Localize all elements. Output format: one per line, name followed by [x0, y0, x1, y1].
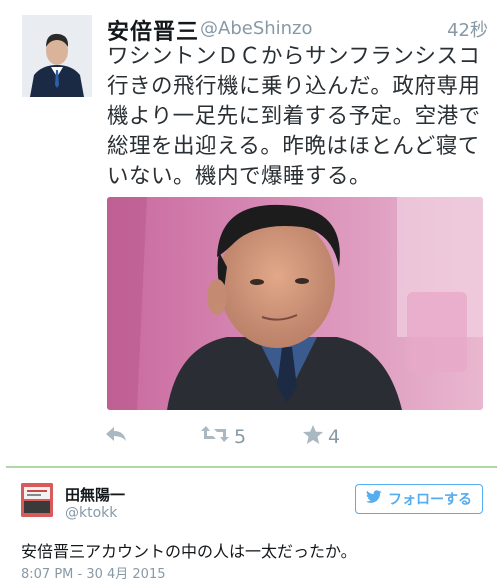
tweet-actions: 5 4	[100, 424, 500, 454]
tweet-photo[interactable]	[107, 197, 483, 410]
reply-author-handle[interactable]: @ktokk	[65, 505, 117, 521]
reply-icon	[104, 424, 128, 449]
retweet-count: 5	[234, 425, 247, 448]
tweet: 安倍晋三 @AbeShinzo 42秒 ワシントンＤＣからサンフランシスコ行きの…	[0, 0, 503, 462]
reply-author-name[interactable]: 田無陽一	[65, 484, 125, 505]
twitter-bird-icon	[366, 490, 382, 508]
follow-button[interactable]: フォローする	[355, 484, 483, 514]
reply-author-avatar[interactable]	[21, 483, 53, 517]
reply-button[interactable]	[104, 424, 128, 449]
author-handle[interactable]: @AbeShinzo	[200, 18, 313, 39]
divider	[6, 466, 497, 468]
favorite-count: 4	[328, 426, 341, 448]
retweet-icon	[200, 424, 230, 449]
reply-date[interactable]: 8:07 PM - 30 4月 2015	[21, 563, 166, 582]
author-avatar[interactable]	[22, 15, 92, 97]
star-icon	[302, 424, 324, 450]
tweet-timestamp[interactable]: 42秒	[447, 16, 488, 42]
favorite-button[interactable]: 4	[302, 424, 340, 450]
follow-button-label: フォローする	[388, 492, 472, 508]
reply-tweet: 田無陽一 @ktokk フォローする 安倍晋三アカウントの中の人は一太だったか。…	[0, 470, 503, 583]
tweet-text: ワシントンＤＣからサンフランシスコ行きの飛行機に乗り込んだ。政府専用機より一足先…	[107, 44, 481, 189]
reply-text: 安倍晋三アカウントの中の人は一太だったか。	[21, 542, 357, 561]
retweet-button[interactable]: 5	[200, 424, 246, 449]
